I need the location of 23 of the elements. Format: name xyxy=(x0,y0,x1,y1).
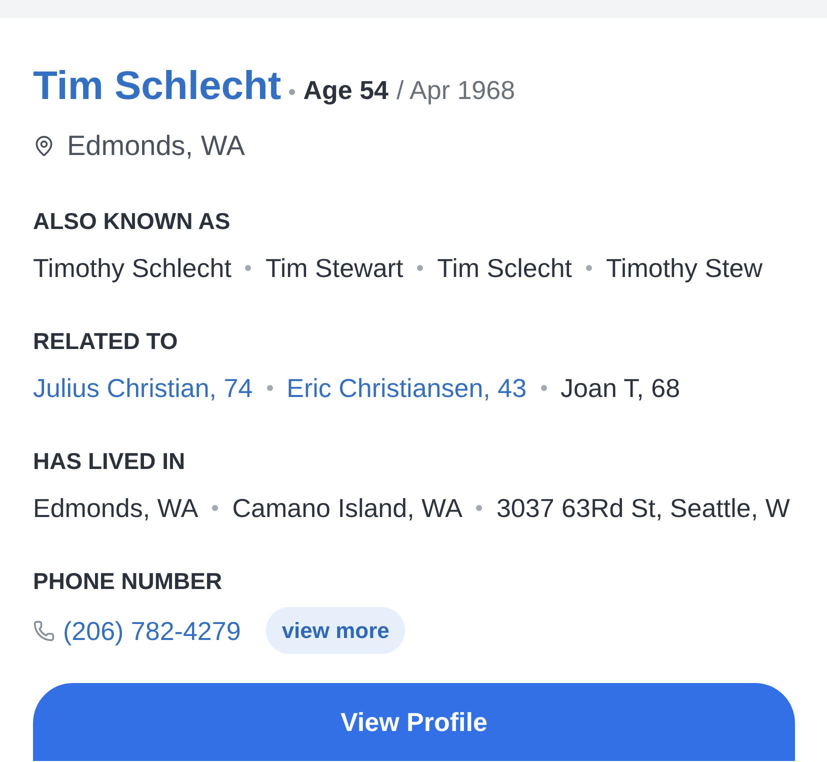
alias-name: Tim Sclecht xyxy=(437,252,572,284)
phone-icon xyxy=(33,620,55,642)
location-text: Edmonds, WA xyxy=(67,129,245,163)
place-name: Edmonds, WA xyxy=(33,492,198,524)
alias-name: Timothy Schlecht xyxy=(33,252,232,284)
relative-link[interactable]: Eric Christiansen, 43 xyxy=(286,372,527,404)
location-pin-icon xyxy=(33,134,55,158)
age-text: Age 54 xyxy=(303,74,388,107)
phone-number-link[interactable]: (206) 782-4279 xyxy=(63,614,241,646)
section-heading: PHONE NUMBER xyxy=(33,567,224,596)
alias-name: Timothy Stew xyxy=(606,252,763,284)
view-profile-button[interactable]: View Profile xyxy=(33,683,795,761)
relative-name: Joan T, 68 xyxy=(560,372,680,404)
alias-name: Tim Stewart xyxy=(265,252,404,284)
section-heading: RELATED TO xyxy=(33,327,179,356)
place-name: 3037 63Rd St, Seattle, W xyxy=(496,492,790,524)
birth-date-text: / Apr 1968 xyxy=(396,74,516,107)
section-heading: HAS LIVED IN xyxy=(33,447,186,476)
place-name: Camano Island, WA xyxy=(232,492,462,524)
relative-link[interactable]: Julius Christian, 74 xyxy=(33,372,253,404)
section-heading: ALSO KNOWN AS xyxy=(33,207,232,236)
view-more-button[interactable]: view more xyxy=(266,607,406,654)
person-name[interactable]: Tim Schlecht xyxy=(33,63,282,109)
